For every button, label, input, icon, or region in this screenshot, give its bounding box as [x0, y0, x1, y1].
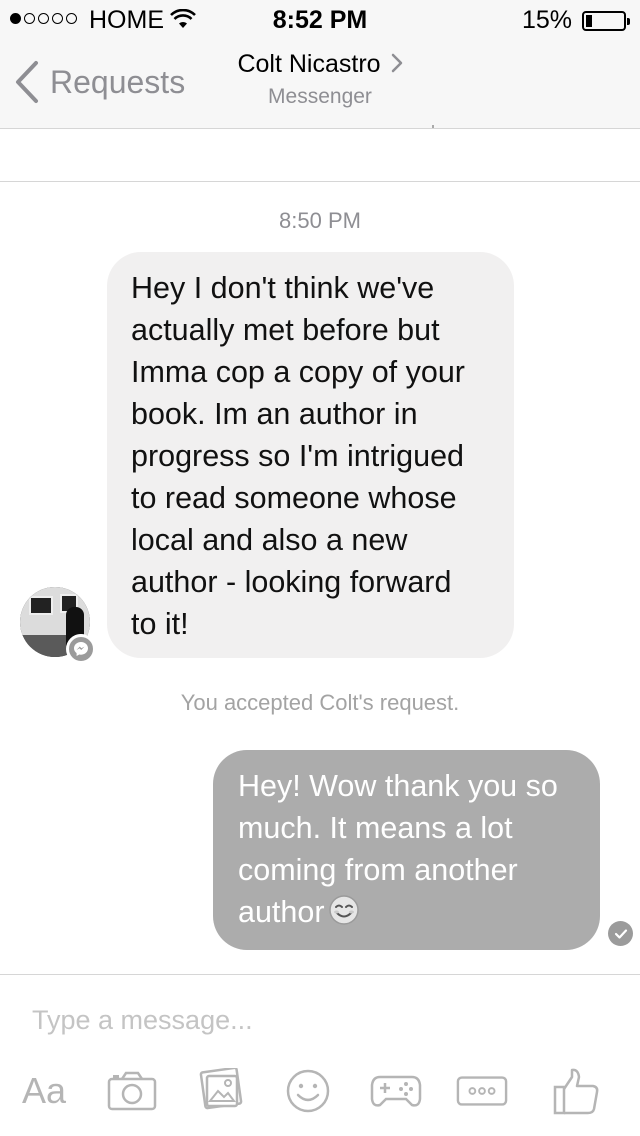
text-format-icon[interactable]: Aa [18, 1068, 70, 1114]
navigation-bar: Requests Colt Nicastro Messenger [0, 40, 640, 129]
game-controller-icon[interactable] [370, 1068, 422, 1114]
contact-name: Colt Nicastro [237, 50, 381, 78]
messenger-badge-icon [66, 634, 96, 664]
outgoing-message-bubble[interactable]: Hey! Wow thank you so much. It means a l… [213, 750, 600, 950]
battery-icon [582, 11, 630, 31]
camera-icon[interactable] [106, 1068, 158, 1114]
scroll-indicator [432, 125, 434, 128]
like-thumb-icon[interactable] [550, 1068, 602, 1115]
message-input[interactable] [32, 1000, 592, 1040]
photo-gallery-icon[interactable] [195, 1068, 247, 1114]
conversation-subtitle: Messenger [268, 85, 372, 108]
incoming-message-bubble[interactable]: Hey I don't think we've actually met bef… [107, 252, 514, 658]
sent-check-icon [608, 921, 633, 946]
outgoing-message-line: coming from another [238, 853, 518, 887]
composer-divider [0, 974, 640, 975]
emoji-icon[interactable] [282, 1068, 334, 1114]
divider [0, 181, 640, 182]
outgoing-message-line: author [238, 895, 325, 929]
outgoing-message-line: much. It means a lot [238, 811, 513, 845]
smiling-face-emoji-icon [328, 894, 360, 937]
outgoing-message-line: Hey! Wow thank you so [238, 769, 558, 803]
conversation-title[interactable]: Colt Nicastro [0, 50, 640, 80]
more-options-icon[interactable] [456, 1068, 508, 1114]
battery-percent: 15% [521, 6, 572, 34]
message-timestamp: 8:50 PM [279, 208, 361, 233]
status-bar: HOME 8:52 PM 15% [0, 0, 640, 40]
chevron-right-icon [391, 51, 403, 80]
request-accepted-note: You accepted Colt's request. [180, 690, 460, 715]
